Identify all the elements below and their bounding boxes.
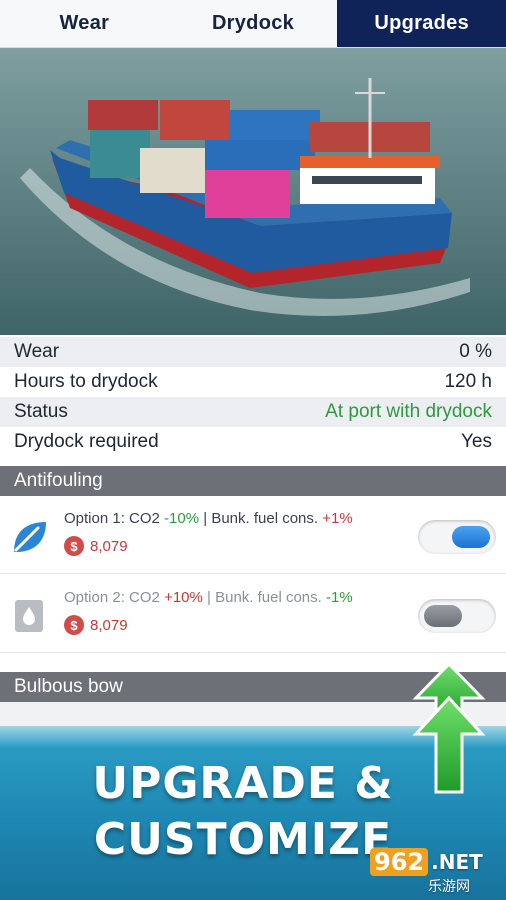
leaf-icon: [14, 522, 46, 552]
wear-label: Wear: [14, 341, 60, 362]
watermark-logo: 962 .NET: [370, 848, 483, 876]
info-row-hours: Hours to drydock 120 h: [0, 367, 506, 397]
ship-info-table: Wear 0 % Hours to drydock 120 h Status A…: [0, 337, 506, 457]
price-value: 8,079: [90, 616, 128, 634]
ship-photo: [0, 48, 506, 335]
dollar-coin-icon: $: [64, 615, 84, 635]
drydock-value: Yes: [461, 431, 492, 452]
watermark-tld: .NET: [431, 850, 483, 874]
toggle-knob: [452, 526, 490, 548]
info-row-wear: Wear 0 %: [0, 337, 506, 367]
tab-drydock[interactable]: Drydock: [169, 0, 338, 47]
fuel-change: +1%: [322, 510, 353, 527]
option-price: $ 8,079: [64, 615, 128, 635]
hours-value: 120 h: [444, 371, 492, 392]
dollar-coin-icon: $: [64, 536, 84, 556]
fuel-change: -1%: [326, 589, 353, 606]
info-row-drydock: Drydock required Yes: [0, 427, 506, 457]
co2-change: -10%: [164, 510, 200, 527]
tab-bar: Wear Drydock Upgrades: [0, 0, 506, 48]
tab-wear[interactable]: Wear: [0, 0, 169, 47]
up-arrows-icon: [412, 661, 486, 794]
option-description: Option 1: CO2 -10% | Bunk. fuel cons. +1…: [64, 510, 353, 527]
drydock-label: Drydock required: [14, 431, 159, 452]
option-1-toggle[interactable]: [418, 520, 496, 554]
tab-upgrades[interactable]: Upgrades: [337, 0, 506, 47]
watermark-subtitle: 乐游网: [428, 879, 470, 895]
option-price: $ 8,079: [64, 536, 128, 556]
option-description: Option 2: CO2 +10% | Bunk. fuel cons. -1…: [64, 589, 353, 606]
info-row-status: Status At port with drydock: [0, 397, 506, 427]
option-prefix: Option 2: CO2: [64, 589, 165, 606]
hours-label: Hours to drydock: [14, 371, 158, 392]
fuel-drop-icon: [15, 600, 43, 632]
option-prefix: Option 1: CO2: [64, 510, 165, 527]
upgrade-option-1[interactable]: Option 1: CO2 -10% | Bunk. fuel cons. +1…: [0, 498, 506, 574]
price-value: 8,079: [90, 537, 128, 555]
upgrade-option-2[interactable]: Option 2: CO2 +10% | Bunk. fuel cons. -1…: [0, 577, 506, 653]
status-label: Status: [14, 401, 68, 422]
section-title: Bulbous bow: [14, 676, 123, 697]
site-watermark: 962 .NET 乐游网: [370, 848, 500, 895]
section-header-antifouling: Antifouling: [0, 466, 506, 496]
option-2-toggle[interactable]: [418, 599, 496, 633]
co2-change: +10%: [164, 589, 203, 606]
wear-value: 0 %: [459, 341, 492, 362]
status-value: At port with drydock: [325, 401, 492, 422]
option-middle: | Bunk. fuel cons.: [202, 589, 326, 606]
watermark-brand: 962: [370, 848, 429, 876]
toggle-knob: [424, 605, 462, 627]
section-title: Antifouling: [14, 470, 103, 491]
option-middle: | Bunk. fuel cons.: [199, 510, 323, 527]
